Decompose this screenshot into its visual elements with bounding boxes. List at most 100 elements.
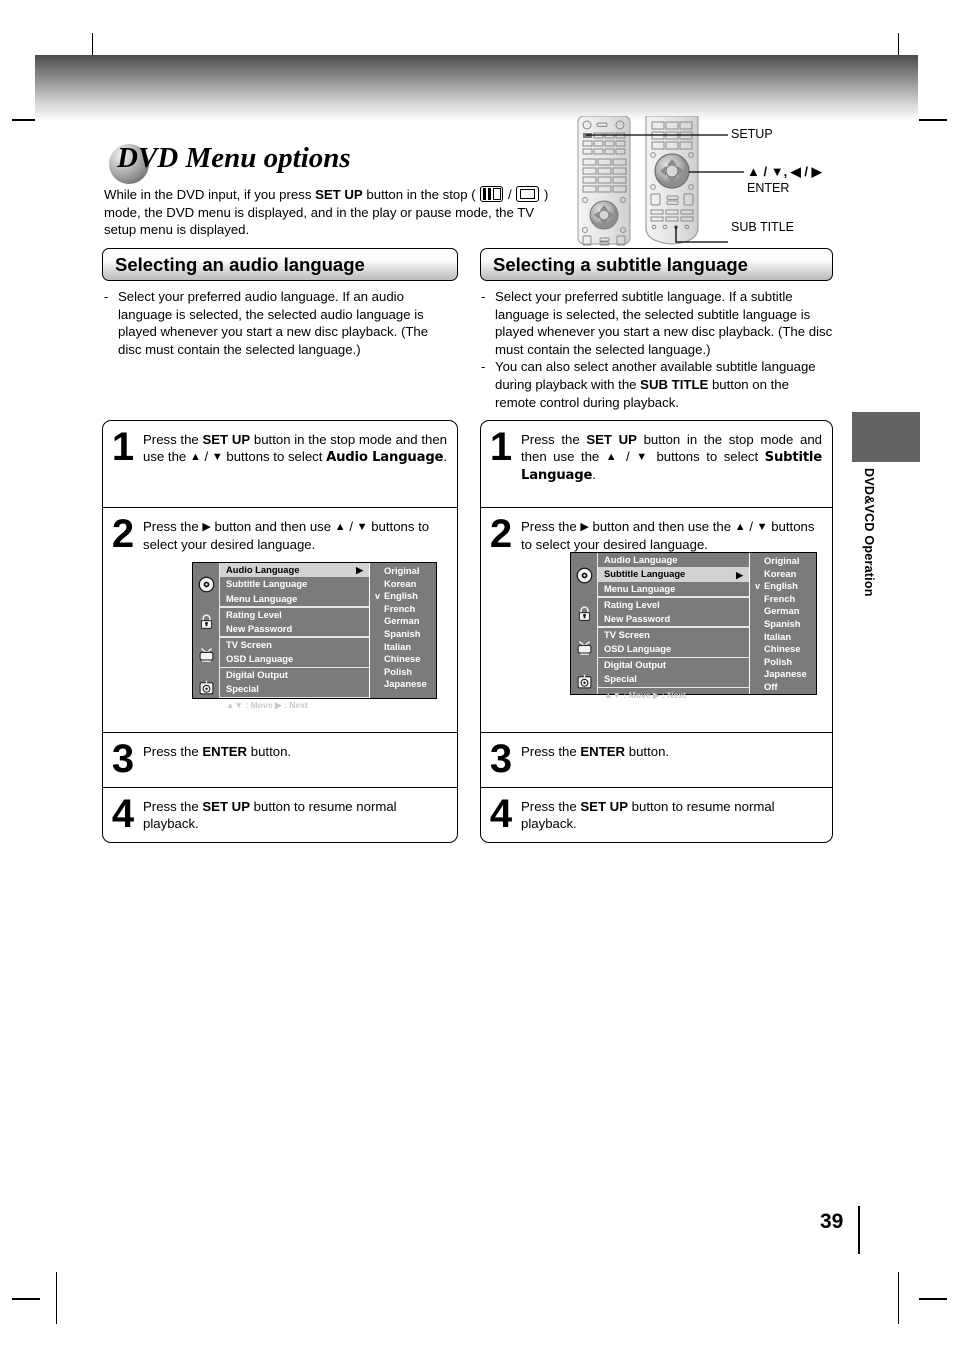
osd-option-label: French: [384, 602, 416, 614]
osd-option[interactable]: Korean: [754, 568, 816, 581]
osd-option[interactable]: Off: [754, 681, 816, 694]
osd-option[interactable]: Original: [374, 565, 436, 578]
osd-item-label: Audio Language: [226, 564, 300, 575]
pause-icon: [480, 186, 504, 202]
osd-item-label: TV Screen: [604, 628, 650, 640]
page-title-block: DVD Menu options: [104, 142, 574, 186]
osd-item-menu-language[interactable]: Menu Language: [220, 592, 369, 606]
osd-item-menu-language[interactable]: Menu Language: [598, 582, 749, 596]
osd-option-label: French: [764, 592, 796, 604]
osd-item-osd-language[interactable]: OSD Language: [220, 652, 369, 666]
osd-item-label: Digital Output: [226, 668, 288, 680]
check-mark-icon: v: [375, 591, 381, 602]
step-text: Press the ENTER button.: [521, 733, 832, 787]
osd-option[interactable]: Chinese: [374, 653, 436, 666]
osd-option-selected[interactable]: v English: [754, 580, 816, 593]
page-number: 39: [820, 1210, 844, 1233]
step-number: 3: [489, 737, 513, 781]
section-header-subtitle-label: Selecting a subtitle language: [493, 253, 748, 275]
osd-option[interactable]: Chinese: [754, 643, 816, 656]
osd-option-label: Polish: [384, 665, 413, 677]
step-keyword-setup: SET UP: [202, 432, 251, 447]
step-4: 4 Press the SET UP button to resume norm…: [481, 787, 832, 841]
step-number: 1: [111, 425, 135, 469]
osd-item-tv-screen[interactable]: TV Screen: [598, 628, 749, 642]
step-number: 2: [489, 512, 513, 556]
osd-option[interactable]: Original: [754, 555, 816, 568]
osd-item-rating-level[interactable]: Rating Level: [220, 608, 369, 622]
osd-item-subtitle-language[interactable]: Subtitle Language: [220, 577, 369, 591]
osd-option[interactable]: Spanish: [754, 618, 816, 631]
osd-item-rating-level[interactable]: Rating Level: [598, 598, 749, 612]
digital-output-icon: [198, 679, 215, 696]
audio-language-bullets: - Select your preferred audio language. …: [104, 288, 454, 358]
osd-option[interactable]: Spanish: [374, 628, 436, 641]
osd-item-label: New Password: [604, 612, 671, 624]
osd-item-label: TV Screen: [226, 638, 272, 650]
osd-item-digital-output[interactable]: Digital Output: [220, 668, 369, 682]
step-text: Press the SET UP button in the stop mode…: [521, 421, 832, 507]
stop-icon: [516, 186, 540, 202]
crop-mark-bottom-right-horizontal: [919, 1298, 947, 1300]
osd-item-osd-language[interactable]: OSD Language: [598, 642, 749, 656]
osd-option[interactable]: Italian: [754, 631, 816, 644]
step-3: 3 Press the ENTER button.: [103, 732, 457, 787]
osd-item-label: OSD Language: [604, 643, 672, 655]
osd-option-label: Original: [384, 565, 420, 576]
crop-mark-bottom-right-vertical: [898, 1272, 900, 1324]
osd-option[interactable]: Japanese: [754, 668, 816, 681]
osd-item-special[interactable]: Special: [220, 682, 369, 696]
osd-option-label: Korean: [384, 577, 417, 589]
step-1: 1 Press the SET UP button in the stop mo…: [103, 421, 457, 507]
osd-item-subtitle-language[interactable]: Subtitle Language ▶: [598, 567, 749, 582]
osd-item-new-password[interactable]: New Password: [598, 612, 749, 626]
osd-footer-hint: ▲▼ : Move ▶ : Next: [226, 700, 308, 711]
osd-icon-column: [571, 553, 597, 694]
step-3: 3 Press the ENTER button.: [481, 732, 832, 787]
osd-icon-column: [193, 563, 219, 698]
down-arrow-icon: ▼: [356, 521, 368, 533]
section-header-audio-language: Selecting an audio language: [102, 248, 458, 281]
osd-option-selected[interactable]: v English: [374, 590, 436, 603]
osd-option[interactable]: Korean: [374, 578, 436, 591]
osd-option[interactable]: French: [754, 593, 816, 606]
page-number-rule: [858, 1206, 861, 1254]
bullet-dash: -: [104, 289, 109, 304]
osd-option[interactable]: Polish: [754, 656, 816, 669]
osd-item-audio-language[interactable]: Audio Language ▶: [220, 563, 369, 578]
step-keyword-enter: ENTER: [580, 744, 626, 759]
step-slash: /: [345, 519, 357, 534]
step-text: Press the SET UP button to resume normal…: [521, 788, 832, 841]
osd-item-label: Special: [226, 683, 259, 695]
osd-option-label: Off: [764, 680, 778, 692]
osd-item-label: Menu Language: [226, 592, 298, 604]
osd-option-label: Japanese: [764, 668, 807, 680]
bullet-text: Select your preferred audio language. If…: [118, 289, 429, 357]
chevron-right-icon: ▶: [736, 569, 743, 580]
step-text-mid2: buttons to select: [649, 449, 765, 465]
osd-option[interactable]: Italian: [374, 641, 436, 654]
bullet-text: Select your preferred subtitle language.…: [495, 289, 833, 357]
step-4: 4 Press the SET UP button to resume norm…: [103, 787, 457, 841]
osd-option[interactable]: Japanese: [374, 678, 436, 691]
osd-item-special[interactable]: Special: [598, 672, 749, 686]
step-number: 2: [111, 512, 135, 556]
step-text-pre: Press the: [143, 432, 203, 447]
up-arrow-icon: ▲: [189, 451, 201, 464]
callout-subtitle: SUB TITLE: [731, 220, 794, 234]
osd-item-tv-screen[interactable]: TV Screen: [220, 638, 369, 652]
osd-item-new-password[interactable]: New Password: [220, 622, 369, 636]
osd-item-audio-language[interactable]: Audio Language: [598, 553, 749, 567]
step-text-pre: Press the: [521, 432, 587, 447]
osd-option-label: Japanese: [384, 678, 427, 690]
section-header-audio-label: Selecting an audio language: [115, 253, 365, 275]
osd-option[interactable]: German: [754, 605, 816, 618]
osd-option[interactable]: German: [374, 615, 436, 628]
osd-item-digital-output[interactable]: Digital Output: [598, 658, 749, 672]
header-gradient-band: [35, 55, 918, 121]
intro-paragraph: While in the DVD input, if you press SET…: [104, 186, 559, 239]
osd-option[interactable]: French: [374, 603, 436, 616]
step-text-mid1: button and then use the: [588, 519, 735, 534]
step-keyword-setup: SET UP: [586, 432, 637, 447]
osd-option[interactable]: Polish: [374, 666, 436, 679]
